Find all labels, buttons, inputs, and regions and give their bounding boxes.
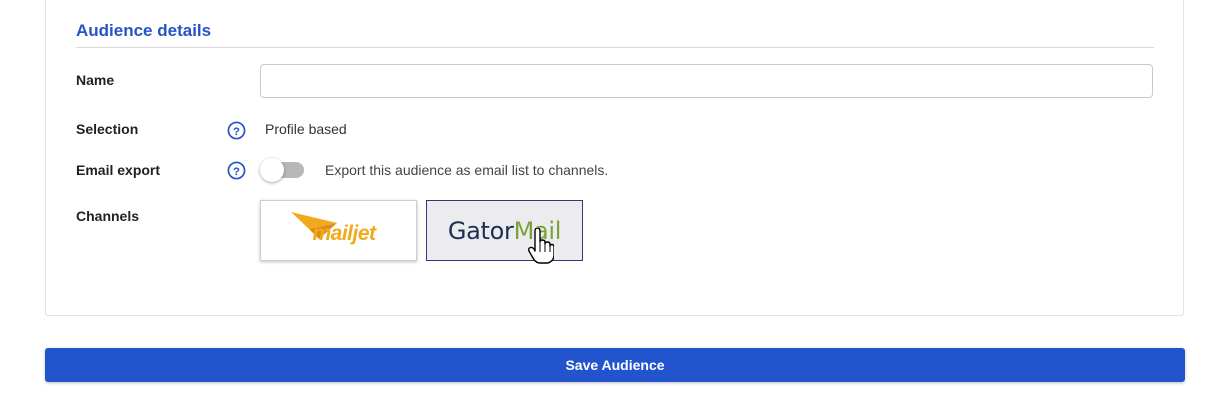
- selection-label: Selection: [76, 121, 139, 137]
- toggle-knob: [260, 158, 284, 182]
- channel-mailjet[interactable]: mailjet: [260, 200, 417, 261]
- section-title: Audience details: [76, 21, 212, 40]
- name-label: Name: [76, 72, 115, 88]
- mailjet-logo: mailjet: [289, 209, 389, 253]
- selection-help-icon[interactable]: ?: [227, 121, 246, 140]
- name-input[interactable]: [260, 64, 1153, 98]
- save-audience-button[interactable]: Save Audience: [45, 348, 1185, 382]
- mailjet-logo-text: mailjet: [312, 221, 377, 245]
- hand-pointer-icon: [528, 228, 554, 264]
- svg-text:?: ?: [233, 126, 240, 138]
- section-divider: [76, 47, 1154, 48]
- email-export-label: Email export: [76, 162, 161, 178]
- gatormail-logo-part1: Gator: [447, 216, 514, 245]
- email-export-description: Export this audience as email list to ch…: [325, 162, 609, 178]
- channel-gatormail[interactable]: GatorMail: [426, 200, 583, 261]
- email-export-help-icon[interactable]: ?: [227, 161, 246, 180]
- selection-value: Profile based: [265, 121, 347, 137]
- svg-text:?: ?: [233, 166, 240, 178]
- email-export-toggle[interactable]: [260, 158, 306, 182]
- channels-label: Channels: [76, 208, 140, 224]
